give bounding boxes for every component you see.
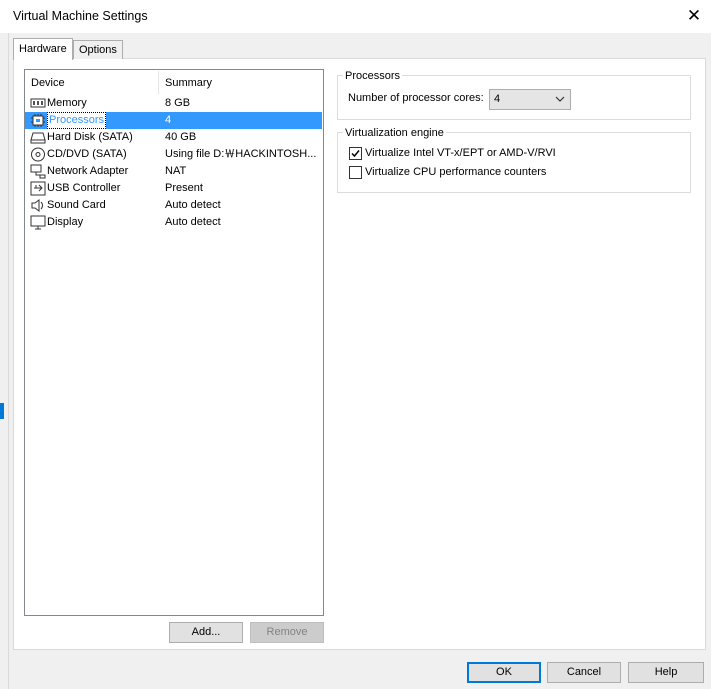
list-item[interactable]: Network Adapter NAT <box>25 163 322 180</box>
vtx-checkbox-label[interactable]: Virtualize Intel VT-x/EPT or AMD-V/RVI <box>365 147 556 159</box>
window-title: Virtual Machine Settings <box>13 9 148 23</box>
remove-device-button[interactable]: Remove <box>250 622 324 643</box>
help-button[interactable]: Help <box>628 662 704 683</box>
device-summary: NAT <box>165 165 187 177</box>
device-name: Processors <box>47 112 107 129</box>
device-name: Network Adapter <box>47 165 129 177</box>
chevron-down-icon <box>555 92 565 109</box>
device-summary: Using file D:￦HACKINTOSH... <box>165 148 317 160</box>
vtx-checkbox[interactable] <box>349 147 362 160</box>
device-summary: 40 GB <box>165 131 197 143</box>
device-name: Sound Card <box>47 199 106 211</box>
column-header-device[interactable]: Device <box>31 74 65 92</box>
processor-cores-label: Number of processor cores: <box>348 92 484 104</box>
processor-cores-select[interactable]: 4 <box>489 89 571 110</box>
virtualization-group <box>337 132 691 193</box>
virtualization-group-label: Virtualization engine <box>343 126 446 140</box>
column-separator[interactable] <box>158 71 159 94</box>
sound-card-icon <box>30 198 46 213</box>
list-item[interactable]: CD/DVD (SATA) Using file D:￦HACKINTOSH..… <box>25 146 322 163</box>
cd-dvd-icon <box>30 147 46 162</box>
device-name: Memory <box>47 97 87 109</box>
tab-options[interactable]: Options <box>73 40 123 59</box>
network-adapter-icon <box>30 164 46 179</box>
list-item-selected[interactable]: Processors 4 <box>25 112 322 129</box>
column-header-summary[interactable]: Summary <box>165 74 212 92</box>
hard-disk-icon <box>30 130 46 145</box>
display-icon <box>30 215 46 230</box>
device-name: USB Controller <box>47 182 121 194</box>
checkmark-icon <box>351 150 360 158</box>
title-bar[interactable]: Virtual Machine Settings ✕ <box>0 0 719 33</box>
add-device-button[interactable]: Add... <box>169 622 243 643</box>
list-item[interactable]: Display Auto detect <box>25 214 322 231</box>
device-summary: Auto detect <box>165 199 221 211</box>
device-name: CD/DVD (SATA) <box>47 148 127 160</box>
list-item[interactable]: Hard Disk (SATA) 40 GB <box>25 129 322 146</box>
processor-icon <box>30 113 46 128</box>
background-window-edge-left <box>0 33 9 689</box>
list-item[interactable]: Sound Card Auto detect <box>25 197 322 214</box>
background-selection-mark <box>0 403 4 419</box>
perf-counters-checkbox-label[interactable]: Virtualize CPU performance counters <box>365 166 546 178</box>
processors-group-label: Processors <box>343 69 403 83</box>
device-summary: Present <box>165 182 203 194</box>
device-summary: 4 <box>165 114 172 126</box>
device-summary: 8 GB <box>165 97 191 109</box>
list-item[interactable]: Memory 8 GB <box>25 95 322 112</box>
device-summary: Auto detect <box>165 216 221 228</box>
usb-controller-icon <box>30 181 46 196</box>
ok-button[interactable]: OK <box>467 662 541 683</box>
cancel-button[interactable]: Cancel <box>547 662 621 683</box>
memory-icon <box>30 96 46 111</box>
tab-hardware[interactable]: Hardware <box>13 38 73 60</box>
close-icon[interactable]: ✕ <box>684 6 704 26</box>
list-item[interactable]: USB Controller Present <box>25 180 322 197</box>
device-name: Display <box>47 216 84 228</box>
perf-counters-checkbox[interactable] <box>349 166 362 179</box>
device-name: Hard Disk (SATA) <box>47 131 133 143</box>
processor-cores-value: 4 <box>494 93 501 105</box>
